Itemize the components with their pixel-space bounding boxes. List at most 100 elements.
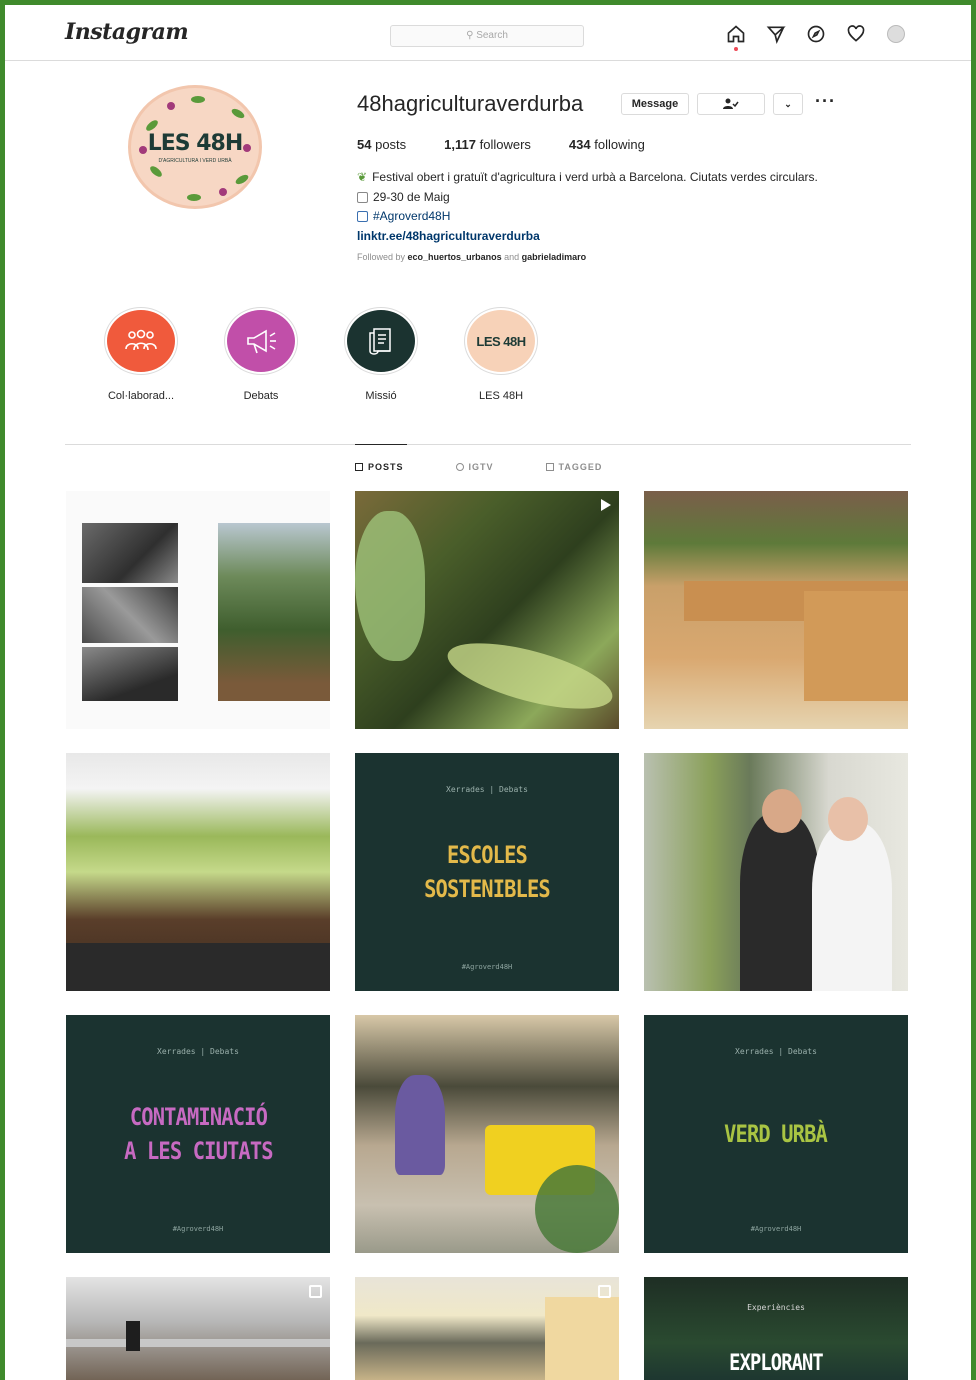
people-icon bbox=[125, 329, 157, 351]
posts-grid: Xerrades | Debats ESCOLES SOSTENIBLES #A… bbox=[66, 491, 908, 1380]
leaf-decoration bbox=[234, 172, 250, 187]
post-image bbox=[740, 813, 820, 991]
profile-stats: 54 posts 1,117 followers 434 following bbox=[357, 137, 645, 152]
more-options-icon[interactable]: ··· bbox=[815, 91, 836, 112]
profile-picture-subtitle: D'AGRICULTURA I VERD URBÀ bbox=[158, 157, 232, 164]
post-thumbnail[interactable]: Xerrades | Debats CONTAMINACIÓ A LES CIU… bbox=[66, 1015, 330, 1253]
post-title: CONTAMINACIÓ A LES CIUTATS bbox=[123, 1103, 273, 1165]
post-thumbnail[interactable] bbox=[644, 753, 908, 991]
post-thumbnail[interactable]: Xerrades | Debats VERD URBÀ #Agroverd48H bbox=[644, 1015, 908, 1253]
followed-by[interactable]: Followed by eco_huertos_urbanos and gabr… bbox=[357, 248, 917, 268]
hashtag-icon bbox=[357, 211, 368, 223]
leaf-decoration bbox=[148, 164, 164, 179]
user-check-icon bbox=[723, 98, 739, 109]
tab-posts[interactable]: POSTS bbox=[355, 462, 404, 472]
post-thumbnail[interactable] bbox=[355, 1277, 619, 1380]
post-thumbnail[interactable] bbox=[66, 491, 330, 729]
instagram-logo[interactable]: Instagram bbox=[65, 19, 189, 45]
sprout-icon: ❦ bbox=[357, 170, 368, 184]
post-title: VERD URBÀ bbox=[724, 1120, 829, 1148]
megaphone-icon bbox=[247, 329, 276, 354]
profile-tabs: POSTS IGTV TAGGED bbox=[355, 462, 602, 472]
following-button[interactable] bbox=[697, 93, 765, 115]
calendar-icon bbox=[357, 191, 368, 203]
post-kicker: Xerrades | Debats bbox=[735, 1047, 817, 1056]
post-thumbnail[interactable] bbox=[644, 491, 908, 729]
post-hashtag: #Agroverd48H bbox=[172, 1225, 224, 1233]
berry-decoration bbox=[167, 102, 175, 110]
bio-line: 29-30 de Maig bbox=[357, 188, 917, 208]
post-image bbox=[126, 1321, 140, 1351]
post-thumbnail[interactable] bbox=[355, 1015, 619, 1253]
post-thumbnail[interactable] bbox=[355, 491, 619, 729]
post-image bbox=[66, 1339, 330, 1347]
profile-username: 48hagriculturaverdurba bbox=[357, 91, 584, 116]
message-button[interactable]: Message bbox=[621, 93, 689, 115]
explore-icon[interactable] bbox=[805, 23, 827, 45]
suggestions-dropdown-button[interactable]: ⌄ bbox=[773, 93, 803, 115]
tabs-divider bbox=[65, 444, 911, 445]
highlight-label: Missió bbox=[365, 390, 397, 402]
direct-icon[interactable] bbox=[765, 23, 787, 45]
bio-line: #Agroverd48H bbox=[357, 207, 917, 227]
post-image bbox=[812, 823, 892, 991]
highlight-les48h[interactable]: LES 48H LES 48H bbox=[465, 308, 537, 402]
highlight-cover bbox=[345, 308, 417, 374]
tagged-icon bbox=[545, 463, 554, 471]
post-image bbox=[82, 647, 178, 701]
post-image bbox=[828, 797, 868, 841]
highlight-cover bbox=[225, 308, 297, 374]
post-kicker: Experiències bbox=[747, 1303, 805, 1312]
tab-tagged[interactable]: TAGGED bbox=[545, 462, 603, 472]
post-image bbox=[218, 523, 330, 701]
chevron-down-icon: ⌄ bbox=[784, 98, 792, 109]
carousel-icon bbox=[309, 1285, 322, 1298]
avatar bbox=[887, 25, 905, 43]
post-thumbnail[interactable]: Experiències EXPLORANT bbox=[644, 1277, 908, 1380]
heart-icon[interactable] bbox=[845, 23, 867, 45]
berry-decoration bbox=[219, 188, 227, 196]
video-icon bbox=[601, 499, 611, 511]
tab-igtv[interactable]: IGTV bbox=[455, 462, 494, 472]
post-image bbox=[762, 789, 802, 833]
post-hashtag: #Agroverd48H bbox=[750, 1225, 802, 1233]
leaf-decoration bbox=[187, 194, 201, 201]
profile-bio: ❦ Festival obert i gratuït d'agricultura… bbox=[357, 168, 917, 268]
hashtag-link[interactable]: #Agroverd48H bbox=[373, 207, 450, 227]
leaf-decoration bbox=[191, 96, 205, 103]
post-image bbox=[82, 523, 178, 583]
search-icon: ⚲ bbox=[466, 30, 477, 41]
post-thumbnail[interactable] bbox=[66, 1277, 330, 1380]
carousel-icon bbox=[598, 1285, 611, 1298]
highlight-cover-text: LES 48H bbox=[476, 333, 526, 349]
igtv-icon bbox=[455, 463, 464, 471]
browser-frame: Instagram ⚲ Search LES 48H D'AGRICULTURA… bbox=[0, 0, 976, 1380]
post-image bbox=[545, 1297, 619, 1380]
post-kicker: Xerrades | Debats bbox=[446, 785, 528, 794]
grid-icon bbox=[355, 463, 363, 471]
post-thumbnail[interactable] bbox=[66, 753, 330, 991]
search-placeholder: Search bbox=[476, 30, 508, 41]
highlight-debats[interactable]: Debats bbox=[225, 308, 297, 402]
posts-stat: 54 posts bbox=[357, 137, 407, 152]
bio-line: linktr.ee/48hagriculturaverdurba bbox=[357, 227, 917, 247]
highlight-label: LES 48H bbox=[478, 390, 524, 402]
post-image bbox=[804, 591, 908, 701]
scroll-icon bbox=[369, 328, 391, 355]
post-thumbnail[interactable]: Xerrades | Debats ESCOLES SOSTENIBLES #A… bbox=[355, 753, 619, 991]
followers-stat[interactable]: 1,117 followers bbox=[444, 137, 531, 152]
highlight-cover: LES 48H bbox=[465, 308, 537, 374]
highlight-missio[interactable]: Missió bbox=[345, 308, 417, 402]
post-image bbox=[66, 943, 330, 991]
home-icon[interactable] bbox=[725, 23, 747, 51]
post-kicker: Xerrades | Debats bbox=[157, 1047, 239, 1056]
search-input[interactable]: ⚲ Search bbox=[390, 25, 584, 47]
post-image bbox=[535, 1165, 619, 1253]
following-stat[interactable]: 434 following bbox=[569, 137, 645, 152]
post-hashtag: #Agroverd48H bbox=[461, 963, 513, 971]
profile-avatar-icon[interactable] bbox=[885, 23, 907, 45]
profile-picture[interactable]: LES 48H D'AGRICULTURA I VERD URBÀ bbox=[128, 85, 262, 209]
post-image bbox=[395, 1075, 445, 1175]
bio-website-link[interactable]: linktr.ee/48hagriculturaverdurba bbox=[357, 227, 540, 247]
highlight-collaboradors[interactable]: Col·laborad... bbox=[105, 308, 177, 402]
